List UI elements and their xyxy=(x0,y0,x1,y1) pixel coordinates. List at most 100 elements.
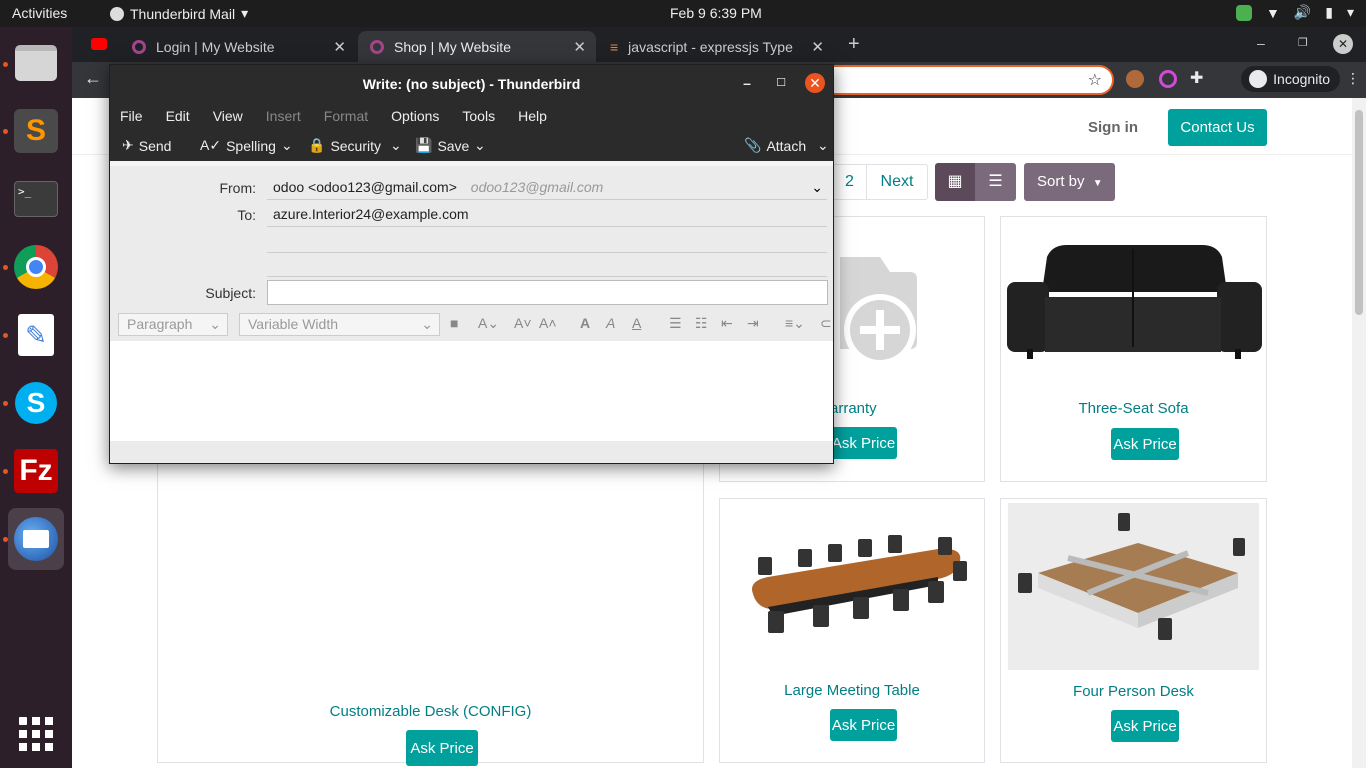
filezilla-icon[interactable]: Fz xyxy=(8,443,64,499)
system-tray[interactable]: ▼ 🔊 ▮ ▾ xyxy=(1235,4,1354,21)
bold-icon[interactable]: A xyxy=(580,315,590,331)
ask-price-button[interactable]: Ask Price xyxy=(1111,428,1179,460)
chevron-down-icon[interactable]: ▾ xyxy=(1347,4,1354,21)
address-bar[interactable]: ☆ xyxy=(812,65,1114,95)
battery-icon[interactable]: ▮ xyxy=(1325,4,1333,21)
insert-icon[interactable]: ⊂ xyxy=(820,315,832,332)
terminal-icon[interactable]: >_ xyxy=(8,171,64,227)
ask-price-button[interactable]: Ask Price xyxy=(830,709,897,741)
product-title[interactable]: Customizable Desk (CONFIG) xyxy=(158,703,703,720)
spelling-button[interactable]: A✓ Spelling xyxy=(200,137,276,154)
larger-font-icon[interactable]: A˄ xyxy=(539,315,557,331)
close-tab-icon[interactable]: ✕ xyxy=(811,38,824,56)
from-selector[interactable]: odoo <odoo123@gmail.com> odoo123@gmail.c… xyxy=(267,176,827,200)
chevron-down-icon: ▾ xyxy=(241,5,249,21)
security-dropdown-icon[interactable]: ⌄ xyxy=(390,137,402,154)
sort-by-dropdown[interactable]: Sort by ▼ xyxy=(1024,163,1115,201)
numbered-list-icon[interactable]: ☷ xyxy=(695,315,708,332)
message-body-editor[interactable] xyxy=(110,341,833,441)
wifi-icon[interactable]: ▼ xyxy=(1266,5,1280,21)
empty-recipient-row[interactable] xyxy=(267,229,827,253)
menu-format[interactable]: Format xyxy=(324,108,368,124)
attach-dropdown-icon[interactable]: ⌄ xyxy=(817,137,829,154)
tab-shop[interactable]: Shop | My Website ✕ xyxy=(358,31,596,62)
security-button[interactable]: 🔒 Security xyxy=(308,137,381,154)
menu-view[interactable]: View xyxy=(213,108,243,124)
save-button[interactable]: 💾 Save xyxy=(415,137,469,154)
sublime-text-icon[interactable]: S xyxy=(8,103,64,159)
paragraph-format-select[interactable]: Paragraph ⌄ xyxy=(118,313,228,336)
product-title[interactable]: Three-Seat Sofa xyxy=(1001,400,1266,417)
menu-edit[interactable]: Edit xyxy=(166,108,190,124)
bulleted-list-icon[interactable]: ☰ xyxy=(669,315,682,332)
restore-icon[interactable]: ❐ xyxy=(1298,36,1308,49)
thunderbird-icon[interactable] xyxy=(8,508,64,570)
bookmark-star-icon[interactable]: ☆ xyxy=(1088,70,1102,90)
decrease-indent-icon[interactable]: ⇤ xyxy=(721,315,733,332)
extension-color-icon[interactable] xyxy=(1159,70,1177,88)
close-window-icon[interactable]: ✕ xyxy=(1333,34,1353,54)
browser-menu-icon[interactable]: ⋮ xyxy=(1346,70,1360,87)
product-card-three-seat-sofa[interactable]: Three-Seat Sofa Ask Price xyxy=(1000,216,1267,482)
subject-input[interactable] xyxy=(267,280,828,305)
tab-login[interactable]: Login | My Website ✕ xyxy=(120,31,356,62)
clock[interactable]: Feb 9 6:39 PM xyxy=(670,5,762,21)
italic-icon[interactable]: A xyxy=(606,315,615,331)
close-tab-icon[interactable]: ✕ xyxy=(573,38,586,56)
activities-button[interactable]: Activities xyxy=(12,5,67,21)
pager-next[interactable]: Next xyxy=(867,165,927,199)
ask-price-button[interactable]: Ask Price xyxy=(830,427,897,459)
menu-insert[interactable]: Insert xyxy=(266,108,301,124)
app-menu[interactable]: Thunderbird Mail ▾ xyxy=(110,5,248,22)
save-dropdown-icon[interactable]: ⌄ xyxy=(474,137,486,154)
update-check-icon[interactable] xyxy=(1235,4,1252,21)
show-applications-icon[interactable] xyxy=(8,706,64,762)
scrollbar-thumb[interactable] xyxy=(1355,110,1363,315)
menu-options[interactable]: Options xyxy=(391,108,439,124)
menu-file[interactable]: File xyxy=(120,108,143,124)
product-title[interactable]: Four Person Desk xyxy=(1001,683,1266,700)
page-scrollbar[interactable] xyxy=(1352,98,1366,768)
alignment-icon[interactable]: ≡⌄ xyxy=(785,315,805,332)
extension-monkey-icon[interactable] xyxy=(1126,70,1144,88)
menu-help[interactable]: Help xyxy=(518,108,547,124)
product-card-large-meeting-table[interactable]: Large Meeting Table Ask Price xyxy=(719,498,985,763)
text-editor-icon[interactable]: ✎ xyxy=(8,307,64,363)
maximize-icon[interactable]: ☐ xyxy=(771,73,791,93)
chrome-icon[interactable] xyxy=(8,239,64,295)
compose-titlebar[interactable]: Write: (no subject) - Thunderbird – ☐ ✕ xyxy=(110,65,833,102)
new-tab-icon[interactable]: + xyxy=(848,33,860,56)
sign-in-link[interactable]: Sign in xyxy=(1088,119,1138,136)
skype-icon[interactable]: S xyxy=(8,375,64,431)
font-select[interactable]: Variable Width ⌄ xyxy=(239,313,440,336)
menu-tools[interactable]: Tools xyxy=(462,108,495,124)
extensions-puzzle-icon[interactable]: ✚ xyxy=(1190,68,1203,88)
list-view-button[interactable]: ☰ xyxy=(975,163,1016,201)
font-size-icon[interactable]: A⌄ xyxy=(478,315,499,332)
send-button[interactable]: ✈ Send xyxy=(122,137,171,154)
volume-icon[interactable]: 🔊 xyxy=(1294,4,1311,21)
minimize-icon[interactable]: – xyxy=(737,73,757,93)
back-icon[interactable]: ← xyxy=(84,68,102,89)
close-icon[interactable]: ✕ xyxy=(805,73,825,93)
grid-view-button[interactable]: ▦ xyxy=(935,163,975,201)
to-recipient-field[interactable]: azure.Interior24@example.com xyxy=(267,203,827,227)
underline-icon[interactable]: A xyxy=(632,315,641,331)
tab-stackoverflow[interactable]: ≡ javascript - expressjs Type ✕ xyxy=(598,31,834,62)
files-icon[interactable] xyxy=(8,35,64,91)
minimize-icon[interactable]: – xyxy=(1257,35,1265,51)
product-card-four-person-desk[interactable]: Four Person Desk Ask Price xyxy=(1000,498,1267,763)
spelling-dropdown-icon[interactable]: ⌄ xyxy=(281,137,293,154)
ask-price-button[interactable]: Ask Price xyxy=(1111,710,1179,742)
attach-button[interactable]: 📎 Attach xyxy=(744,137,806,154)
incognito-indicator[interactable]: Incognito xyxy=(1241,66,1340,92)
smaller-font-icon[interactable]: A˅ xyxy=(514,315,532,331)
close-tab-icon[interactable]: ✕ xyxy=(333,38,346,56)
text-color-icon[interactable]: ■ xyxy=(450,315,458,331)
product-title[interactable]: Large Meeting Table xyxy=(720,682,984,699)
increase-indent-icon[interactable]: ⇥ xyxy=(747,315,759,332)
contact-us-button[interactable]: Contact Us xyxy=(1168,109,1267,146)
youtube-icon[interactable] xyxy=(91,38,107,50)
ask-price-button[interactable]: Ask Price xyxy=(406,730,478,766)
pager-page-2[interactable]: 2 xyxy=(833,165,867,199)
